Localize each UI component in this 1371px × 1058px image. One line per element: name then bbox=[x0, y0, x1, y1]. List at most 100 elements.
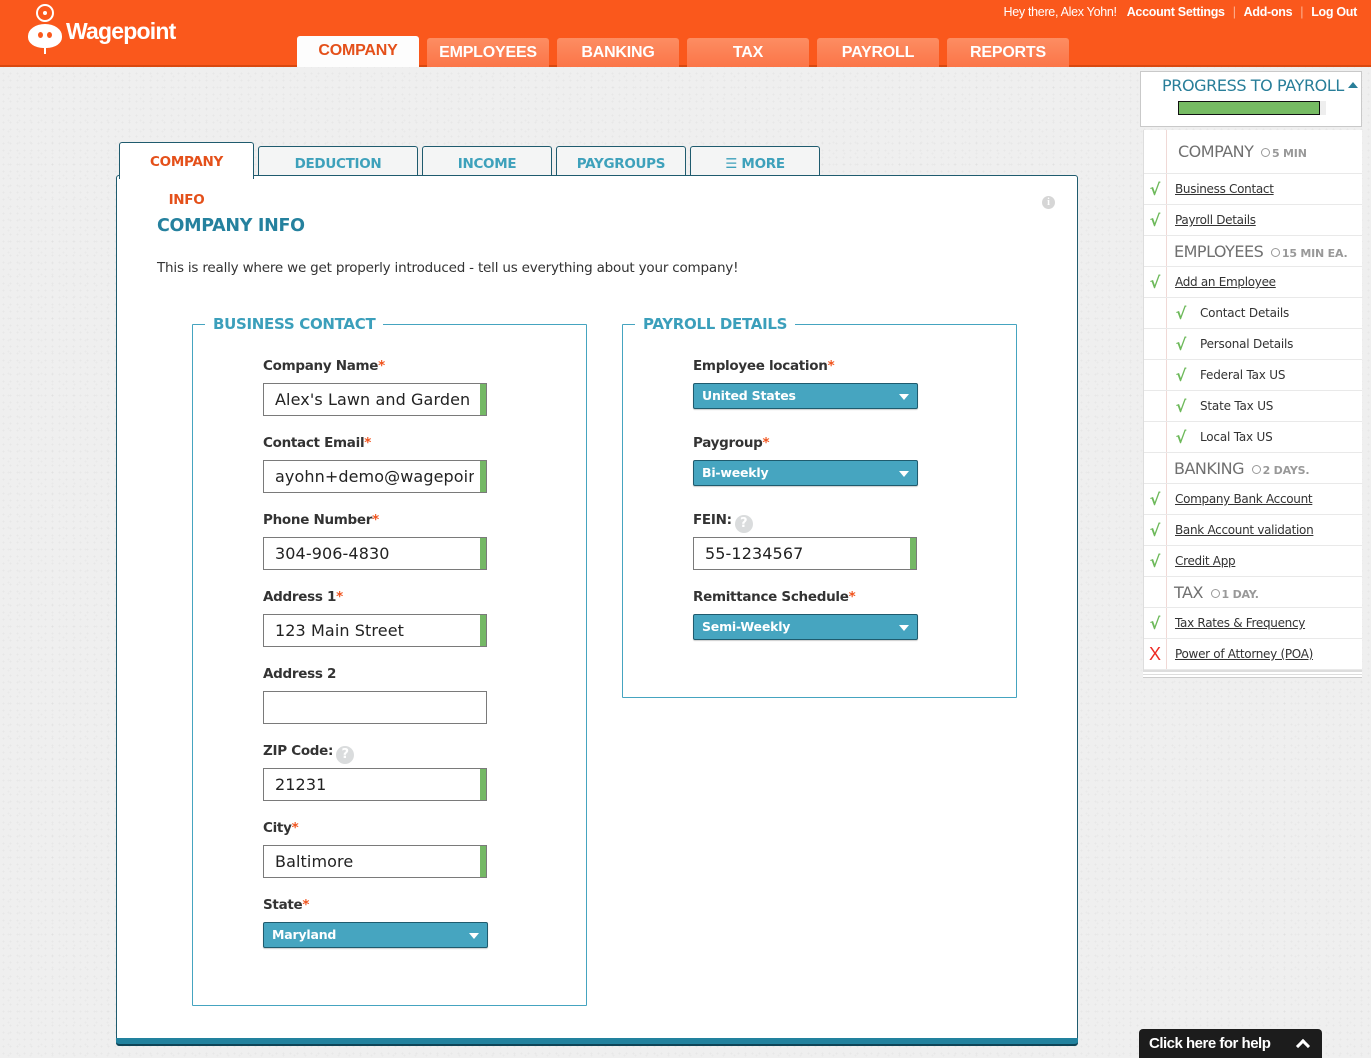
subitem-label: Local Tax US bbox=[1200, 430, 1273, 444]
checklist-link[interactable]: Payroll Details bbox=[1175, 213, 1256, 227]
checklist-subitem: √ Personal Details bbox=[1144, 329, 1362, 360]
checklist-link[interactable]: Bank Account validation bbox=[1175, 523, 1314, 537]
checklist-item: √ Company Bank Account bbox=[1144, 484, 1362, 515]
subtab-more[interactable]: ☰ MORE bbox=[690, 146, 820, 178]
section-legend: BUSINESS CONTACT bbox=[205, 315, 384, 333]
brand-name: Wagepoint bbox=[66, 17, 176, 44]
clock-icon bbox=[1260, 148, 1270, 157]
checklist-link[interactable]: Business Contact bbox=[1175, 182, 1274, 196]
help-icon[interactable]: ? bbox=[336, 746, 355, 764]
nav-tab-banking[interactable]: BANKING bbox=[557, 38, 679, 67]
progress-fill bbox=[1178, 101, 1321, 115]
paygroup-select[interactable]: Bi-weekly bbox=[693, 460, 918, 486]
check-icon: √ bbox=[1149, 179, 1161, 199]
subitem: √ Personal Details bbox=[1174, 334, 1294, 354]
clock-icon bbox=[1251, 464, 1261, 474]
checklist-item: √ Add an Employee bbox=[1144, 267, 1362, 298]
state-select[interactable]: Maryland bbox=[263, 922, 488, 948]
subitem-label: State Tax US bbox=[1200, 399, 1274, 413]
checklist-link[interactable]: Credit App bbox=[1175, 554, 1236, 568]
clock-icon bbox=[1210, 588, 1220, 598]
company-name-field: Company Name* Alex's Lawn and Garden C bbox=[263, 357, 487, 416]
subitem: √ Local Tax US bbox=[1174, 428, 1273, 447]
nav-tab-employees[interactable]: EMPLOYEES bbox=[427, 38, 549, 67]
check-icon: √ bbox=[1149, 613, 1161, 633]
chevron-down-icon bbox=[899, 625, 909, 631]
field-label: Contact Email* bbox=[263, 435, 372, 451]
nav-tab-reports[interactable]: REPORTS bbox=[947, 38, 1069, 67]
address2-input[interactable] bbox=[263, 691, 487, 724]
section-time: 1 DAY. bbox=[1210, 588, 1259, 601]
account-settings-link[interactable]: Account Settings bbox=[1127, 5, 1225, 19]
log-out-link[interactable]: Log Out bbox=[1311, 5, 1357, 19]
zip-code-input[interactable]: 21231 bbox=[263, 768, 487, 801]
checklist-subitem: √ Contact Details bbox=[1144, 298, 1362, 329]
nav-tab-payroll[interactable]: PAYROLL bbox=[817, 38, 939, 67]
nav-tab-company[interactable]: COMPANY bbox=[297, 36, 419, 67]
info-icon[interactable]: i bbox=[1042, 196, 1055, 209]
contact-email-input[interactable]: ayohn+demo@wagepoint. bbox=[263, 460, 487, 493]
field-label: ZIP Code:? bbox=[263, 742, 487, 764]
progress-title: PROGRESS TO PAYROLL bbox=[1162, 76, 1358, 95]
fein-input[interactable]: 55-1234567 bbox=[693, 537, 917, 570]
checklist-link[interactable]: Company Bank Account bbox=[1175, 492, 1313, 506]
wagepoint-logo[interactable]: Wagepoint bbox=[26, 4, 176, 54]
nav-tab-tax[interactable]: TAX bbox=[687, 38, 809, 67]
remittance-schedule-select[interactable]: Semi-Weekly bbox=[693, 614, 918, 640]
company-info-card: i COMPANY INFO This is really where we g… bbox=[116, 175, 1078, 1046]
greeting: Hey there, Alex Yohn! bbox=[1003, 5, 1117, 19]
city-field: City* Baltimore bbox=[263, 819, 487, 878]
help-button[interactable]: Click here for help bbox=[1139, 1029, 1322, 1058]
checklist-link[interactable]: Add an Employee bbox=[1175, 275, 1276, 289]
subtab-company-info[interactable]: COMPANY INFO bbox=[119, 142, 254, 208]
check-icon: √ bbox=[1149, 520, 1161, 540]
main-nav: COMPANY EMPLOYEES BANKING TAX PAYROLL RE… bbox=[297, 36, 1069, 67]
check-icon: √ bbox=[1175, 334, 1187, 354]
page-title: COMPANY INFO bbox=[157, 216, 305, 236]
subitem-label: Contact Details bbox=[1200, 306, 1290, 320]
clock-icon bbox=[1270, 247, 1280, 257]
phone-number-input[interactable]: 304-906-4830 bbox=[263, 537, 487, 570]
section-time: 15 MIN EA. bbox=[1270, 247, 1348, 260]
section-title: EMPLOYEES 15 MIN EA. bbox=[1174, 241, 1348, 261]
employee-location-select[interactable]: United States bbox=[693, 383, 918, 409]
checklist-section-header: EMPLOYEES 15 MIN EA. bbox=[1144, 236, 1362, 267]
business-contact-section: BUSINESS CONTACT Company Name* Alex's La… bbox=[192, 315, 587, 1006]
add-ons-link[interactable]: Add-ons bbox=[1244, 5, 1293, 19]
check-icon: √ bbox=[1149, 489, 1161, 509]
check-icon: √ bbox=[1149, 210, 1161, 230]
company-name-input[interactable]: Alex's Lawn and Garden C bbox=[263, 383, 487, 416]
field-label: Address 1* bbox=[263, 589, 343, 605]
checklist-section-header: BANKING 2 DAYS. bbox=[1144, 453, 1362, 484]
checklist-item: √ Business Contact bbox=[1144, 174, 1362, 205]
help-icon[interactable]: ? bbox=[734, 515, 753, 533]
remittance-schedule-field: Remittance Schedule* Semi-Weekly bbox=[693, 588, 918, 640]
paygroup-field: Paygroup* Bi-weekly bbox=[693, 434, 918, 486]
city-input[interactable]: Baltimore bbox=[263, 845, 487, 878]
subtab-income-types[interactable]: INCOME TYPES bbox=[422, 146, 552, 206]
subitem: √ State Tax US bbox=[1174, 396, 1274, 416]
address1-input[interactable]: 123 Main Street bbox=[263, 614, 487, 647]
subitem-label: Personal Details bbox=[1200, 337, 1294, 351]
checklist-subitem: √ State Tax US bbox=[1144, 391, 1362, 422]
subitem-label: Federal Tax US bbox=[1200, 368, 1286, 382]
checklist-link[interactable]: Tax Rates & Frequency bbox=[1175, 616, 1305, 630]
check-icon: √ bbox=[1175, 396, 1187, 416]
chevron-up-icon bbox=[1295, 1038, 1311, 1054]
subtab-deduction-types[interactable]: DEDUCTION TYPES bbox=[258, 146, 418, 206]
field-label: Paygroup* bbox=[693, 435, 770, 451]
checklist-link[interactable]: Power of Attorney (POA) bbox=[1175, 647, 1313, 661]
checklist-item: √ Credit App bbox=[1144, 546, 1362, 577]
section-time: 5 MIN bbox=[1260, 147, 1307, 160]
section-title: TAX 1 DAY. bbox=[1174, 582, 1259, 602]
top-header: Wagepoint Hey there, Alex Yohn! Account … bbox=[0, 0, 1371, 67]
help-label: Click here for help bbox=[1149, 1035, 1271, 1052]
field-label: Company Name* bbox=[263, 358, 385, 374]
progress-to-payroll[interactable]: PROGRESS TO PAYROLL bbox=[1140, 71, 1362, 127]
subitem: √ Contact Details bbox=[1174, 304, 1290, 323]
contact-email-field: Contact Email* ayohn+demo@wagepoint. bbox=[263, 434, 487, 493]
zip-code-field: ZIP Code:? 21231 bbox=[263, 742, 487, 801]
phone-number-field: Phone Number* 304-906-4830 bbox=[263, 511, 487, 570]
subtab-paygroups[interactable]: PAYGROUPS bbox=[556, 146, 686, 178]
divider: | bbox=[1232, 5, 1236, 19]
